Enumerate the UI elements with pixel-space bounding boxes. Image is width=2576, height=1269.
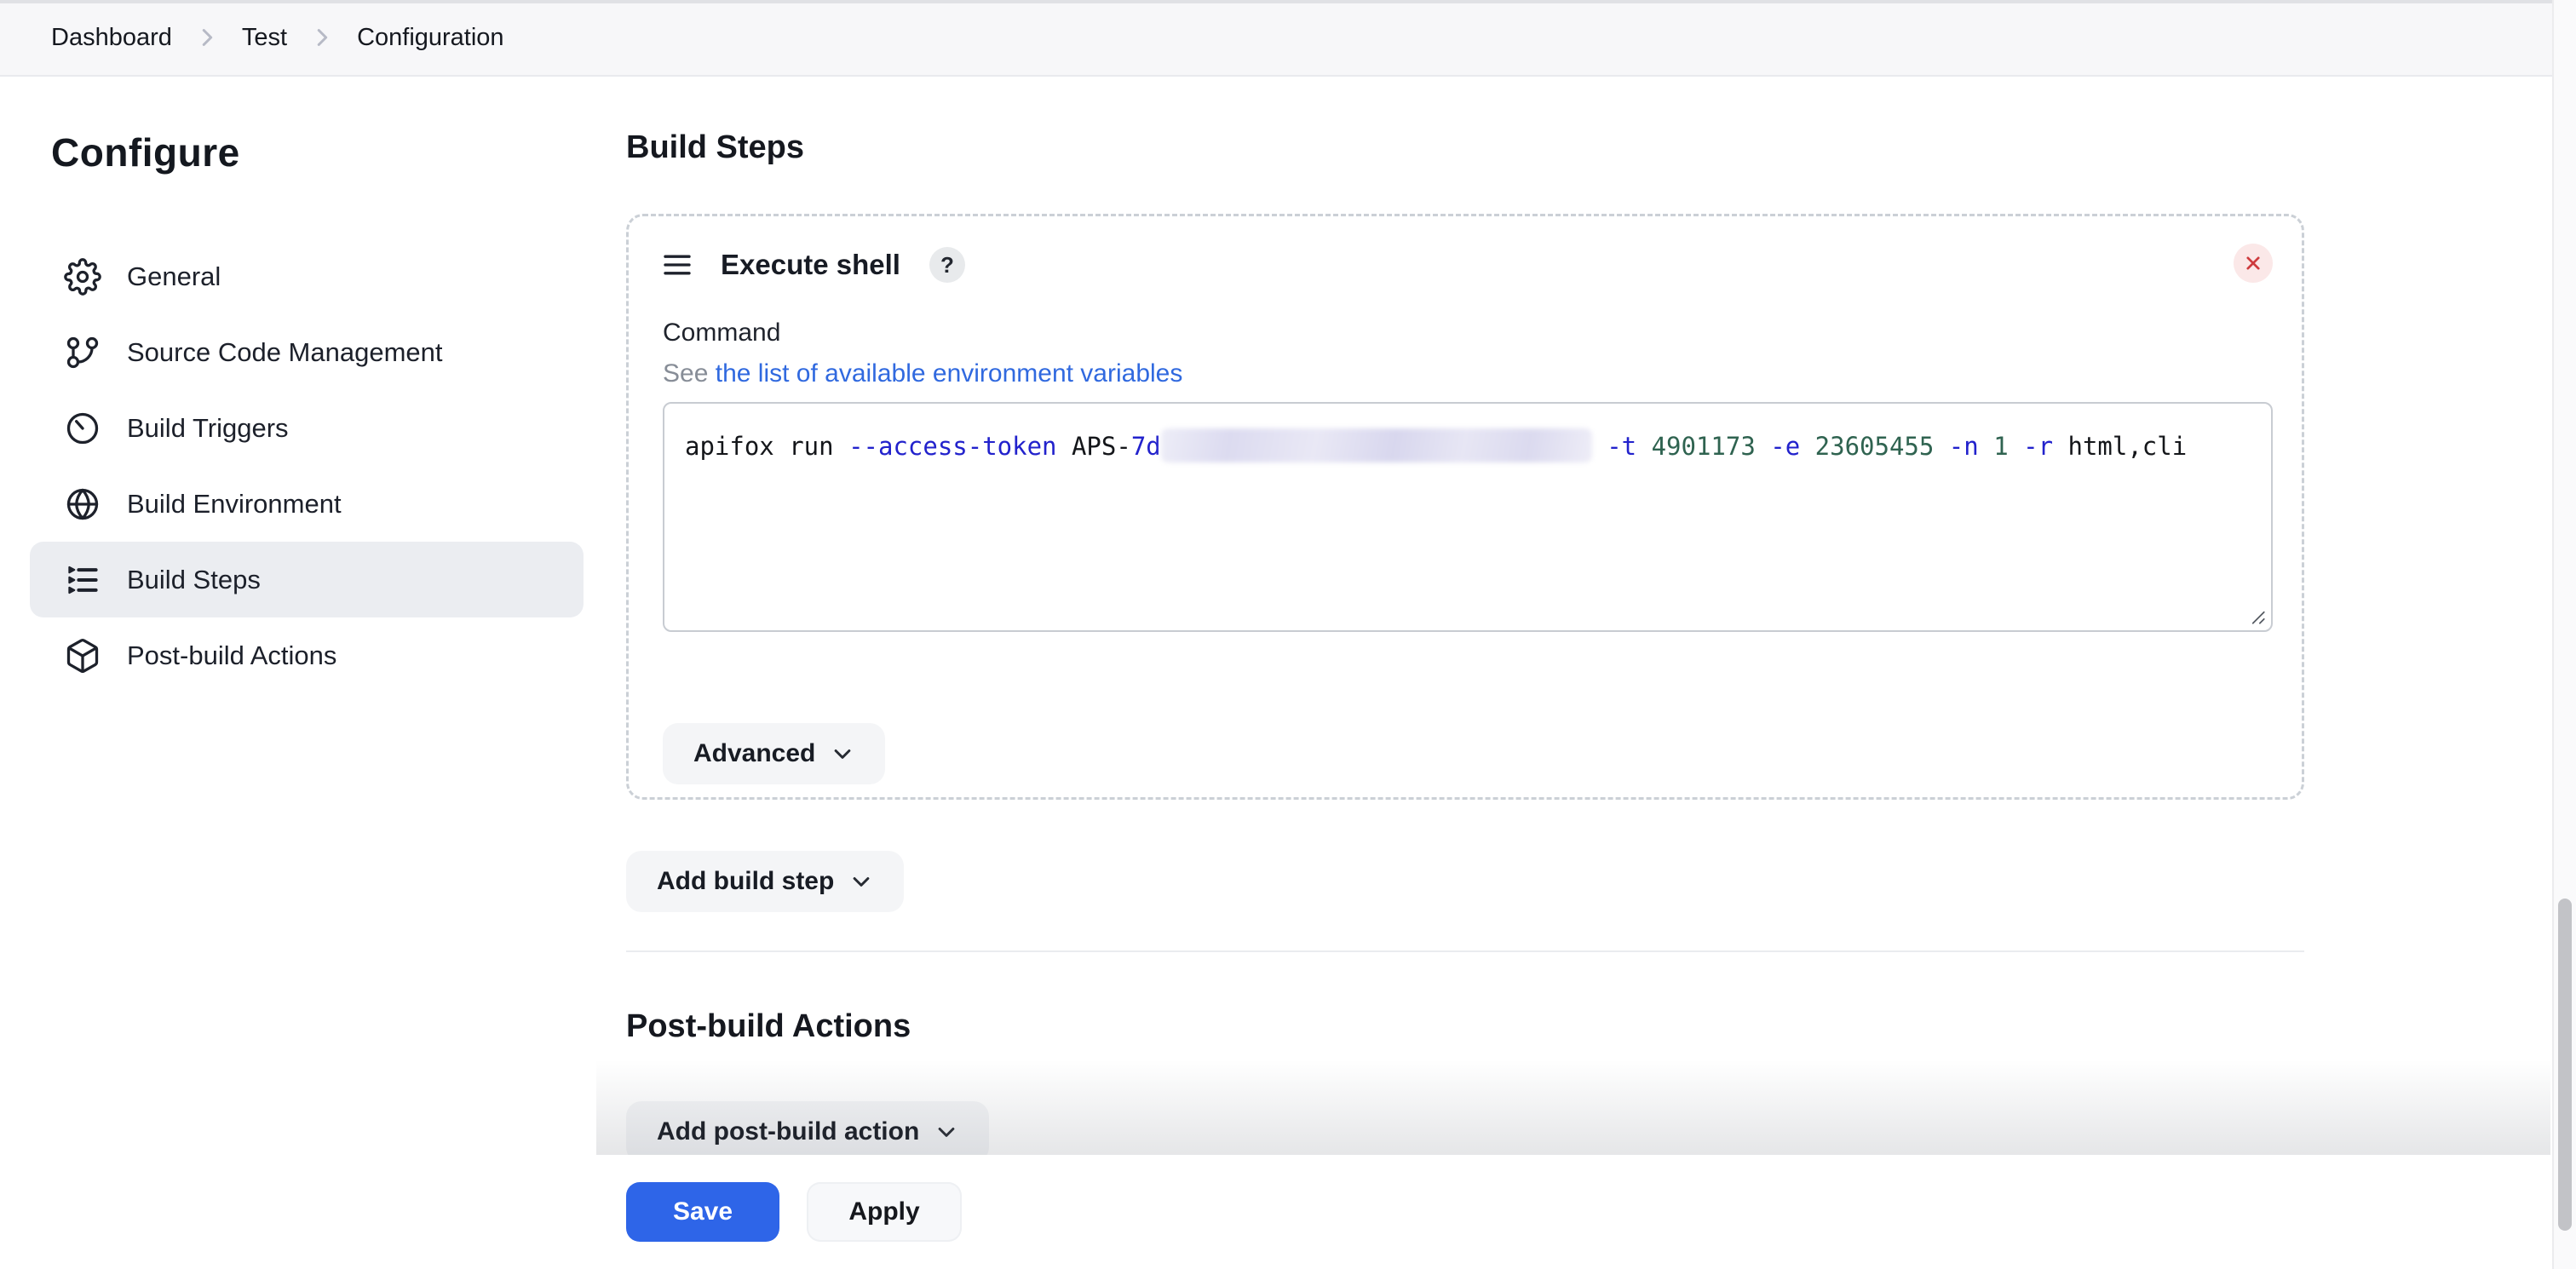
- sidebar-item-label: General: [127, 261, 221, 292]
- breadcrumb-configuration: Configuration: [357, 24, 504, 52]
- delete-step-button[interactable]: [2234, 244, 2273, 283]
- code-token: 4901173: [1636, 432, 1756, 461]
- code-token: 1: [1979, 432, 2009, 461]
- code-token: 7d: [1131, 432, 1161, 461]
- build-step-card: Execute shell ? Command See the list of …: [626, 214, 2304, 800]
- sidebar-item-source-code-management[interactable]: Source Code Management: [30, 314, 584, 390]
- sidebar-item-post-build-actions[interactable]: Post-build Actions: [30, 617, 584, 693]
- chevron-right-icon: [194, 25, 220, 50]
- sidebar-item-label: Build Steps: [127, 565, 261, 595]
- drag-handle-icon[interactable]: [663, 253, 692, 277]
- advanced-button-label: Advanced: [693, 739, 815, 768]
- footer-action-bar: Save Apply: [0, 1155, 2552, 1269]
- command-textarea[interactable]: apifox run --access-token APS-7d -t 4901…: [663, 402, 2273, 632]
- step-title: Execute shell: [721, 249, 900, 281]
- sidebar-item-build-steps[interactable]: Build Steps: [30, 542, 584, 617]
- chevron-down-icon: [831, 742, 854, 766]
- add-post-build-action-label: Add post-build action: [657, 1117, 919, 1146]
- breadcrumb-test[interactable]: Test: [242, 24, 287, 52]
- add-build-step-button[interactable]: Add build step: [626, 851, 904, 912]
- code-token: -r: [2009, 432, 2053, 461]
- code-token: -e: [1756, 432, 1800, 461]
- env-variables-link[interactable]: the list of available environment variab…: [716, 359, 1183, 388]
- sidebar-item-label: Build Environment: [127, 489, 342, 520]
- clock-icon: [64, 410, 101, 447]
- add-build-step-label: Add build step: [657, 867, 834, 896]
- config-nav: General Source Code Management Build Tri…: [30, 238, 584, 693]
- scrollbar-thumb[interactable]: [2558, 899, 2572, 1231]
- top-bar: Dashboard Test Configuration: [0, 0, 2576, 77]
- chevron-down-icon: [849, 870, 873, 893]
- sidebar-item-label: Build Triggers: [127, 413, 289, 444]
- code-token: apifox run: [685, 432, 848, 461]
- command-code-line: apifox run --access-token APS-7d -t 4901…: [685, 428, 2251, 465]
- resize-handle-icon[interactable]: [2245, 604, 2267, 626]
- breadcrumb: Dashboard Test Configuration: [51, 24, 504, 52]
- build-steps-heading: Build Steps: [626, 129, 2576, 166]
- apply-button[interactable]: Apply: [807, 1182, 962, 1242]
- sidebar-item-general[interactable]: General: [30, 238, 584, 314]
- code-token: --access-token: [848, 432, 1056, 461]
- sidebar-item-build-environment[interactable]: Build Environment: [30, 466, 584, 542]
- section-divider: [626, 950, 2304, 952]
- sidebar-item-label: Post-build Actions: [127, 640, 336, 671]
- help-button[interactable]: ?: [929, 247, 965, 283]
- save-button[interactable]: Save: [626, 1182, 779, 1242]
- close-icon: [2244, 254, 2263, 273]
- code-token: -n: [1934, 432, 1978, 461]
- chevron-down-icon: [934, 1120, 958, 1144]
- list-steps-icon: [64, 561, 101, 599]
- code-token: -t: [1592, 432, 1636, 461]
- command-label: Command: [663, 319, 2268, 347]
- hint-prefix: See: [663, 359, 708, 388]
- env-variables-hint: See the list of available environment va…: [663, 359, 2268, 388]
- add-post-build-action-button[interactable]: Add post-build action: [626, 1101, 989, 1163]
- code-token: APS-: [1057, 432, 1131, 461]
- globe-icon: [64, 485, 101, 523]
- scrollbar-track[interactable]: [2552, 0, 2576, 1269]
- sidebar-item-label: Source Code Management: [127, 337, 443, 368]
- page-title: Configure: [51, 129, 596, 175]
- chevron-right-icon: [309, 25, 335, 50]
- breadcrumb-dashboard[interactable]: Dashboard: [51, 24, 172, 52]
- config-sidebar: Configure General Source Code Management…: [0, 77, 596, 1163]
- git-branch-icon: [64, 334, 101, 371]
- redacted-token-blur: [1161, 428, 1592, 462]
- code-token: html,cli: [2053, 432, 2187, 461]
- package-icon: [64, 637, 101, 675]
- code-token: 23605455: [1800, 432, 1934, 461]
- sidebar-item-build-triggers[interactable]: Build Triggers: [30, 390, 584, 466]
- main-content: Build Steps Execute shell ? Command See …: [596, 77, 2576, 1163]
- post-build-actions-heading: Post-build Actions: [626, 1008, 2576, 1045]
- gear-icon: [64, 258, 101, 296]
- advanced-button[interactable]: Advanced: [663, 723, 885, 784]
